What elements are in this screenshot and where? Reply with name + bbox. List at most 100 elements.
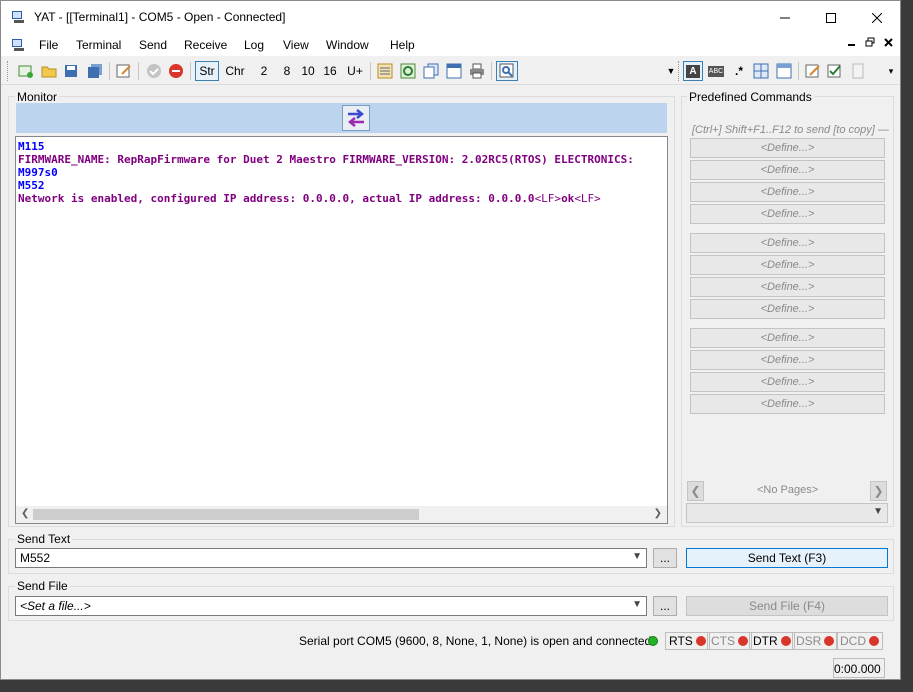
menu-terminal[interactable]: Terminal <box>76 38 121 52</box>
menu-help[interactable]: Help <box>390 38 415 52</box>
monitor-horizontal-scrollbar[interactable]: ❮ ❯ <box>16 506 667 523</box>
pages-label: <No Pages> <box>757 484 819 496</box>
table-button[interactable] <box>774 61 794 81</box>
radix-dec-button[interactable]: 10 <box>298 61 318 81</box>
monitor-output[interactable]: M115 FIRMWARE_NAME: RepRapFirmware for D… <box>15 136 668 524</box>
radix-oct-button[interactable]: 8 <box>277 61 297 81</box>
toolbar-grip[interactable] <box>7 61 10 81</box>
predefined-command-button-4[interactable]: <Define...> <box>690 204 885 224</box>
send-text-more-button[interactable]: ... <box>653 548 677 568</box>
close-window-button[interactable] <box>854 1 900 34</box>
predefined-command-button-9[interactable]: <Define...> <box>690 328 885 348</box>
table-icon <box>776 63 792 79</box>
scroll-left-icon[interactable]: ❮ <box>21 508 29 519</box>
monitor-view-toggle-button[interactable] <box>342 105 370 131</box>
toolbar-separator <box>370 62 371 80</box>
menu-view[interactable]: View <box>283 38 309 52</box>
open-folder-icon <box>41 66 57 78</box>
predefined-commands-button[interactable] <box>375 61 395 81</box>
minimize-button[interactable] <box>762 1 808 34</box>
format-abc-button[interactable]: ABC <box>706 61 726 81</box>
copy-button[interactable] <box>421 61 441 81</box>
predefined-command-button-5[interactable]: <Define...> <box>690 233 885 253</box>
predefined-command-button-2[interactable]: <Define...> <box>690 160 885 180</box>
scrollbar-thumb[interactable] <box>33 509 419 520</box>
mdi-close-icon[interactable] <box>884 37 894 49</box>
toolbar-overflow-icon[interactable]: ▼ <box>665 61 677 81</box>
predefined-command-button-3[interactable]: <Define...> <box>690 182 885 202</box>
title-bar: YAT - [[Terminal1] - COM5 - Open - Conne… <box>1 1 900 34</box>
print-preview-button[interactable] <box>444 61 464 81</box>
predefined-command-button-7[interactable]: <Define...> <box>690 277 885 297</box>
menu-receive[interactable]: Receive <box>184 38 227 52</box>
predefined-command-button-11[interactable]: <Define...> <box>690 372 885 392</box>
find-button[interactable] <box>496 61 518 81</box>
dtr-signal[interactable]: DTR <box>749 632 795 650</box>
send-file-more-button[interactable]: ... <box>653 596 677 616</box>
toolbar-grip[interactable] <box>678 61 681 81</box>
predefined-command-button-8[interactable]: <Define...> <box>690 299 885 319</box>
radix-hex-button[interactable]: 16 <box>320 61 340 81</box>
chevron-down-icon[interactable]: ▼ <box>632 551 642 562</box>
maximize-button[interactable] <box>808 1 854 34</box>
menu-log[interactable]: Log <box>244 38 264 52</box>
menu-file[interactable]: File <box>39 38 58 52</box>
send-text-input[interactable]: M552 ▼ <box>15 548 647 568</box>
rts-signal[interactable]: RTS <box>665 632 710 650</box>
dsr-led-icon <box>824 636 835 646</box>
copy-icon <box>423 63 439 79</box>
toolbar-overflow-right-icon[interactable]: ▾ <box>885 61 897 81</box>
edit-button[interactable] <box>803 61 823 81</box>
verify-button[interactable] <box>825 61 845 81</box>
grid-button[interactable] <box>751 61 771 81</box>
new-terminal-icon <box>18 65 33 78</box>
monitor-line-rx: FIRMWARE_NAME: RepRapFirmware for Duet 2… <box>18 153 634 166</box>
grid-icon <box>753 63 769 79</box>
yat-main-window: YAT - [[Terminal1] - COM5 - Open - Conne… <box>0 0 901 680</box>
save-terminal-button[interactable] <box>61 61 81 81</box>
refresh-icon <box>400 63 416 79</box>
open-terminal-button[interactable] <box>39 61 59 81</box>
chevron-down-icon[interactable]: ▼ <box>632 599 642 610</box>
predefined-command-button-12[interactable]: <Define...> <box>690 394 885 414</box>
document-icon <box>852 63 864 79</box>
send-file-button[interactable]: Send File (F4) <box>686 596 888 616</box>
stop-circle-icon <box>169 64 183 78</box>
format-a-button[interactable]: A <box>683 61 703 81</box>
terminal-settings-button[interactable] <box>114 61 134 81</box>
cts-signal: CTS <box>707 632 752 650</box>
rx-text: Network is enabled, configured IP addres… <box>18 192 535 205</box>
menu-window[interactable]: Window <box>326 38 369 52</box>
predefined-command-button-10[interactable]: <Define...> <box>690 350 885 370</box>
radix-char-button[interactable]: Chr <box>223 61 247 81</box>
blank-doc-button[interactable] <box>848 61 868 81</box>
predefined-hint: [Ctrl+] Shift+F1..F12 to send [to copy] … <box>692 124 889 136</box>
previous-page-button[interactable]: ❮ <box>687 481 704 501</box>
chevron-down-icon: ▼ <box>873 506 883 517</box>
predefined-command-button-6[interactable]: <Define...> <box>690 255 885 275</box>
page-select[interactable]: ▼ <box>686 503 888 523</box>
terminal-doc-icon[interactable] <box>11 38 25 52</box>
new-terminal-button[interactable] <box>16 61 36 81</box>
mdi-minimize-icon[interactable] <box>847 37 857 49</box>
send-text-button[interactable]: Send Text (F3) <box>686 548 888 568</box>
radix-unicode-button[interactable]: U+ <box>344 61 366 81</box>
close-port-button[interactable] <box>166 61 186 81</box>
radix-string-button[interactable]: Str <box>195 61 219 81</box>
mdi-restore-icon[interactable] <box>865 37 875 49</box>
send-file-select[interactable]: <Set a file...> ▼ <box>15 596 647 616</box>
predefined-command-button-1[interactable]: <Define...> <box>690 138 885 158</box>
toolbar: Str Chr 2 8 10 16 U+ ▼ A ABC .* ▾ <box>1 57 900 85</box>
open-port-button[interactable] <box>144 61 164 81</box>
cts-led-icon <box>738 636 748 646</box>
list-icon <box>377 63 393 79</box>
print-button[interactable] <box>467 61 487 81</box>
format-regex-button[interactable]: .* <box>729 61 749 81</box>
save-all-button[interactable] <box>85 61 105 81</box>
scroll-right-icon[interactable]: ❯ <box>654 508 662 519</box>
menu-send[interactable]: Send <box>139 38 167 52</box>
refresh-button[interactable] <box>398 61 418 81</box>
dtr-label: DTR <box>753 634 778 648</box>
radix-bin-button[interactable]: 2 <box>254 61 274 81</box>
next-page-button[interactable]: ❯ <box>870 481 887 501</box>
